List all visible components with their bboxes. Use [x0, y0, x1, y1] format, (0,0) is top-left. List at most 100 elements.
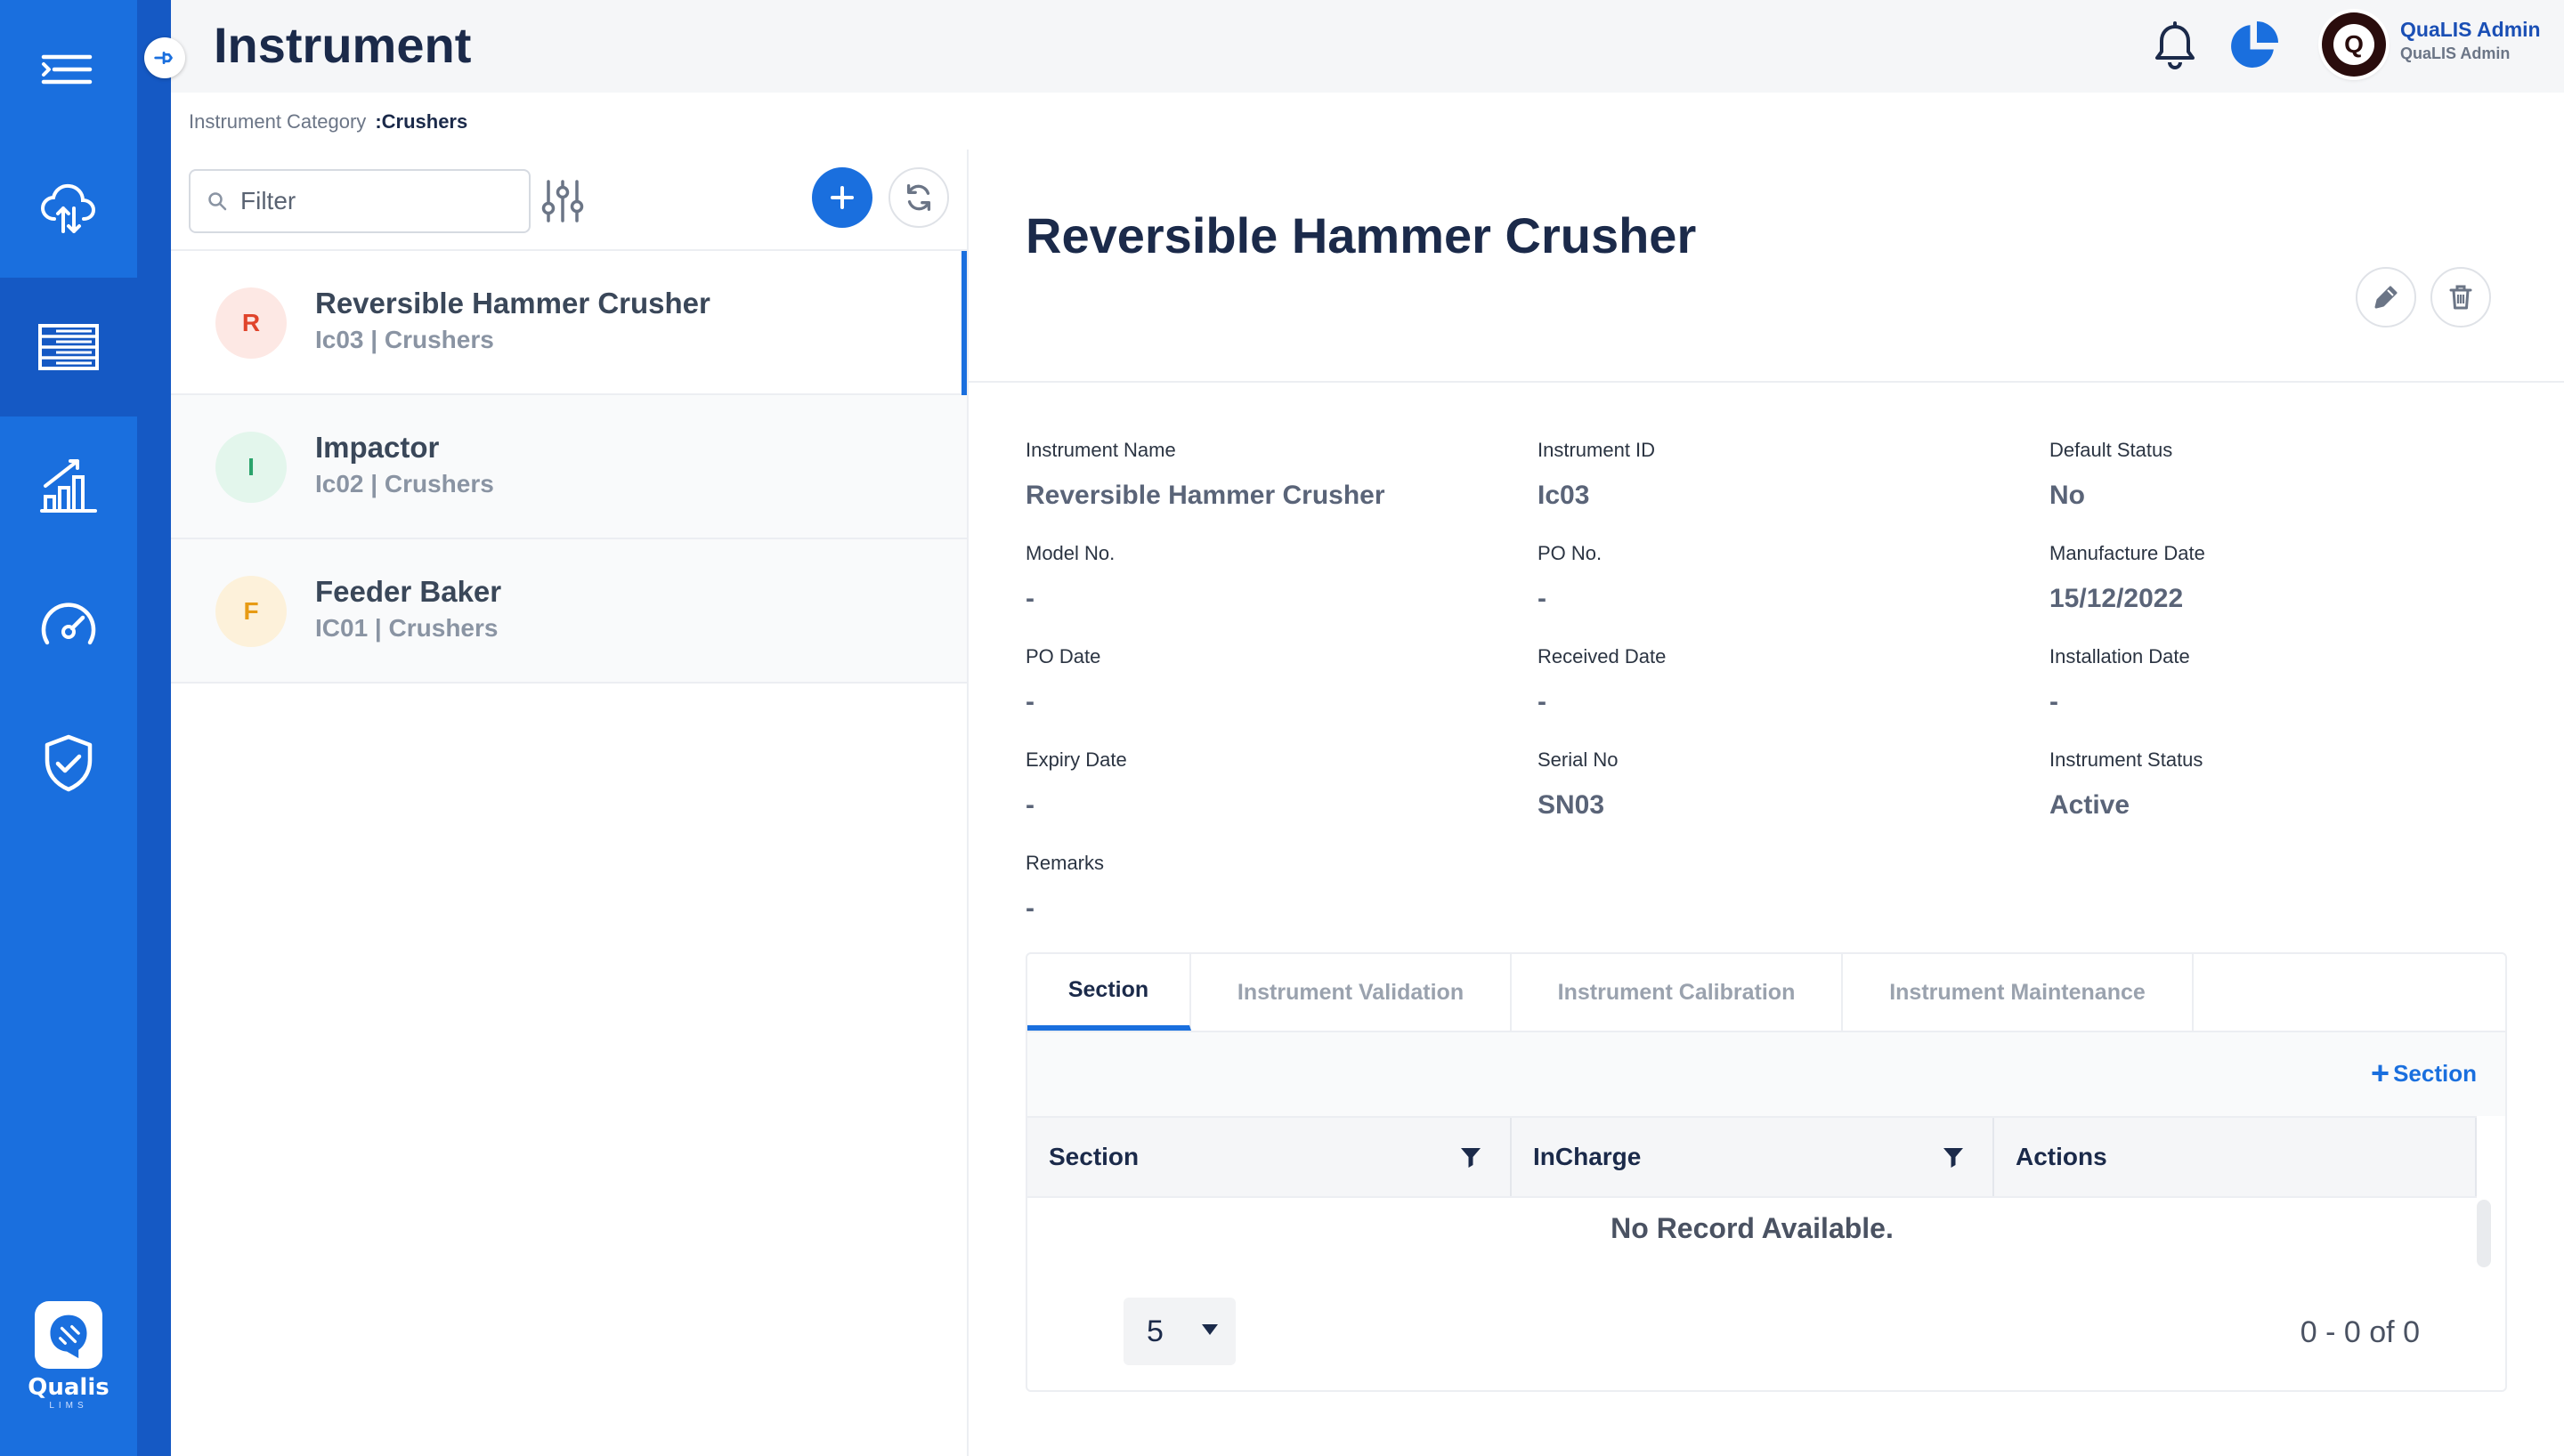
trash-icon — [2449, 285, 2472, 310]
user-name[interactable]: QuaLIS Admin — [2400, 18, 2541, 42]
plus-icon — [831, 186, 854, 209]
column-filter-icon[interactable] — [1458, 1145, 1483, 1169]
instrument-list: R Reversible Hammer Crusher Ic03 | Crush… — [171, 249, 967, 684]
edit-button[interactable] — [2356, 267, 2416, 328]
logo-text: Qualis — [28, 1374, 110, 1401]
default-status-label: Default Status — [2049, 439, 2173, 461]
add-section-label: Section — [2393, 1059, 2477, 1087]
sidebar-item-security[interactable] — [0, 694, 137, 833]
instrument-status-label: Instrument Status — [2049, 748, 2203, 771]
analytics-pie-icon[interactable] — [2227, 18, 2281, 71]
model-no-label: Model No. — [1026, 542, 1116, 564]
po-no-value: - — [1538, 584, 1546, 613]
manufacture-date-value: 15/12/2022 — [2049, 584, 2184, 613]
list-icon — [38, 324, 99, 370]
advanced-filter-icon[interactable] — [538, 176, 588, 226]
item-title: Feeder Baker — [315, 575, 502, 608]
item-subtitle: IC01 | Crushers — [315, 614, 499, 642]
po-no-label: PO No. — [1538, 542, 1602, 564]
add-instrument-button[interactable] — [812, 167, 872, 228]
sidebar-item-reports[interactable] — [0, 417, 137, 555]
expiry-date-label: Expiry Date — [1026, 748, 1127, 771]
sidebar-item-list[interactable] — [0, 278, 137, 417]
panel-divider — [967, 150, 969, 1456]
filter-field[interactable] — [189, 169, 531, 233]
user-role: QuaLIS Admin — [2400, 44, 2511, 62]
chart-growth-icon — [40, 459, 97, 513]
tab-section[interactable]: Section — [1027, 954, 1191, 1031]
scrollbar[interactable] — [2477, 1200, 2491, 1267]
user-avatar[interactable]: Q — [2322, 12, 2386, 77]
list-item[interactable]: F Feeder Baker IC01 | Crushers — [171, 539, 967, 684]
page-size-value: 5 — [1147, 1314, 1164, 1348]
instrument-status-value: Active — [2049, 790, 2130, 820]
app-logo: Qualis LIMS — [20, 1301, 118, 1417]
top-header — [171, 0, 2564, 93]
tab-instrument-maintenance[interactable]: Instrument Maintenance — [1843, 954, 2194, 1031]
serial-no-value: SN03 — [1538, 790, 1605, 820]
sidebar-item-dashboard[interactable] — [0, 555, 137, 694]
serial-no-label: Serial No — [1538, 748, 1619, 771]
instrument-id-value: Ic03 — [1538, 481, 1590, 510]
model-no-value: - — [1026, 584, 1035, 613]
list-item[interactable]: I Impactor Ic02 | Crushers — [171, 395, 967, 539]
notification-bell-icon[interactable] — [2149, 20, 2201, 71]
sidebar-edge — [137, 0, 171, 1456]
refresh-icon — [906, 184, 931, 211]
add-section-button[interactable]: + Section — [2371, 1057, 2477, 1089]
page-size-select[interactable]: 5 — [1124, 1298, 1236, 1365]
item-initial-badge: F — [215, 576, 287, 647]
column-header-actions: Actions — [1994, 1118, 2477, 1196]
search-icon — [208, 192, 227, 211]
installation-date-label: Installation Date — [2049, 645, 2190, 667]
instrument-name-value: Reversible Hammer Crusher — [1026, 481, 1385, 510]
received-date-value: - — [1538, 687, 1546, 716]
instrument-name-label: Instrument Name — [1026, 439, 1176, 461]
page-title: Instrument — [214, 17, 472, 73]
tab-instrument-validation[interactable]: Instrument Validation — [1191, 954, 1512, 1031]
table-header: Section InCharge Actions — [1027, 1116, 2477, 1198]
column-header-section: Section — [1027, 1118, 1512, 1196]
menu-icon — [41, 54, 93, 85]
installation-date-value: - — [2049, 687, 2058, 716]
logo-badge-icon — [35, 1301, 102, 1369]
item-subtitle: Ic03 | Crushers — [315, 326, 494, 353]
default-status-value: No — [2049, 481, 2085, 510]
plus-icon: + — [2371, 1055, 2390, 1091]
chevron-down-icon — [1202, 1324, 1218, 1335]
detail-title: Reversible Hammer Crusher — [1026, 207, 1697, 263]
item-subtitle: Ic02 | Crushers — [315, 470, 494, 497]
remarks-label: Remarks — [1026, 852, 1105, 874]
column-header-label: Actions — [2016, 1143, 2107, 1170]
list-item[interactable]: R Reversible Hammer Crusher Ic03 | Crush… — [171, 251, 967, 395]
received-date-label: Received Date — [1538, 645, 1667, 667]
column-header-label: InCharge — [1533, 1143, 1642, 1170]
pencil-icon — [2374, 286, 2398, 309]
shield-check-icon — [45, 734, 93, 792]
detail-divider — [969, 381, 2564, 383]
item-title: Reversible Hammer Crusher — [315, 287, 710, 320]
expiry-date-value: - — [1026, 790, 1035, 820]
pagination-range: 0 - 0 of 0 — [2300, 1315, 2420, 1349]
table-toolbar: + Section — [1027, 1032, 2505, 1116]
column-filter-icon[interactable] — [1941, 1145, 1966, 1169]
filter-input[interactable] — [240, 187, 507, 215]
menu-toggle-button[interactable] — [0, 0, 137, 139]
item-title: Impactor — [315, 431, 440, 464]
sidebar-item-sync[interactable] — [0, 139, 137, 278]
cloud-sync-icon — [40, 183, 96, 233]
refresh-button[interactable] — [888, 167, 949, 228]
column-header-incharge: InCharge — [1512, 1118, 1994, 1196]
tab-instrument-calibration[interactable]: Instrument Calibration — [1512, 954, 1843, 1031]
po-date-label: PO Date — [1026, 645, 1101, 667]
breadcrumb-value[interactable]: :Crushers — [375, 110, 467, 133]
item-initial-badge: I — [215, 432, 287, 503]
breadcrumb-label: Instrument Category — [189, 110, 367, 133]
column-header-label: Section — [1049, 1143, 1140, 1170]
pin-sidebar-button[interactable] — [144, 37, 185, 78]
logo-subtext: LIMS — [49, 1401, 88, 1411]
item-initial-badge: R — [215, 287, 287, 359]
delete-button[interactable] — [2430, 267, 2491, 328]
sidebar-rail: Qualis LIMS — [0, 0, 137, 1456]
empty-state-text: No Record Available. — [1611, 1212, 1894, 1244]
